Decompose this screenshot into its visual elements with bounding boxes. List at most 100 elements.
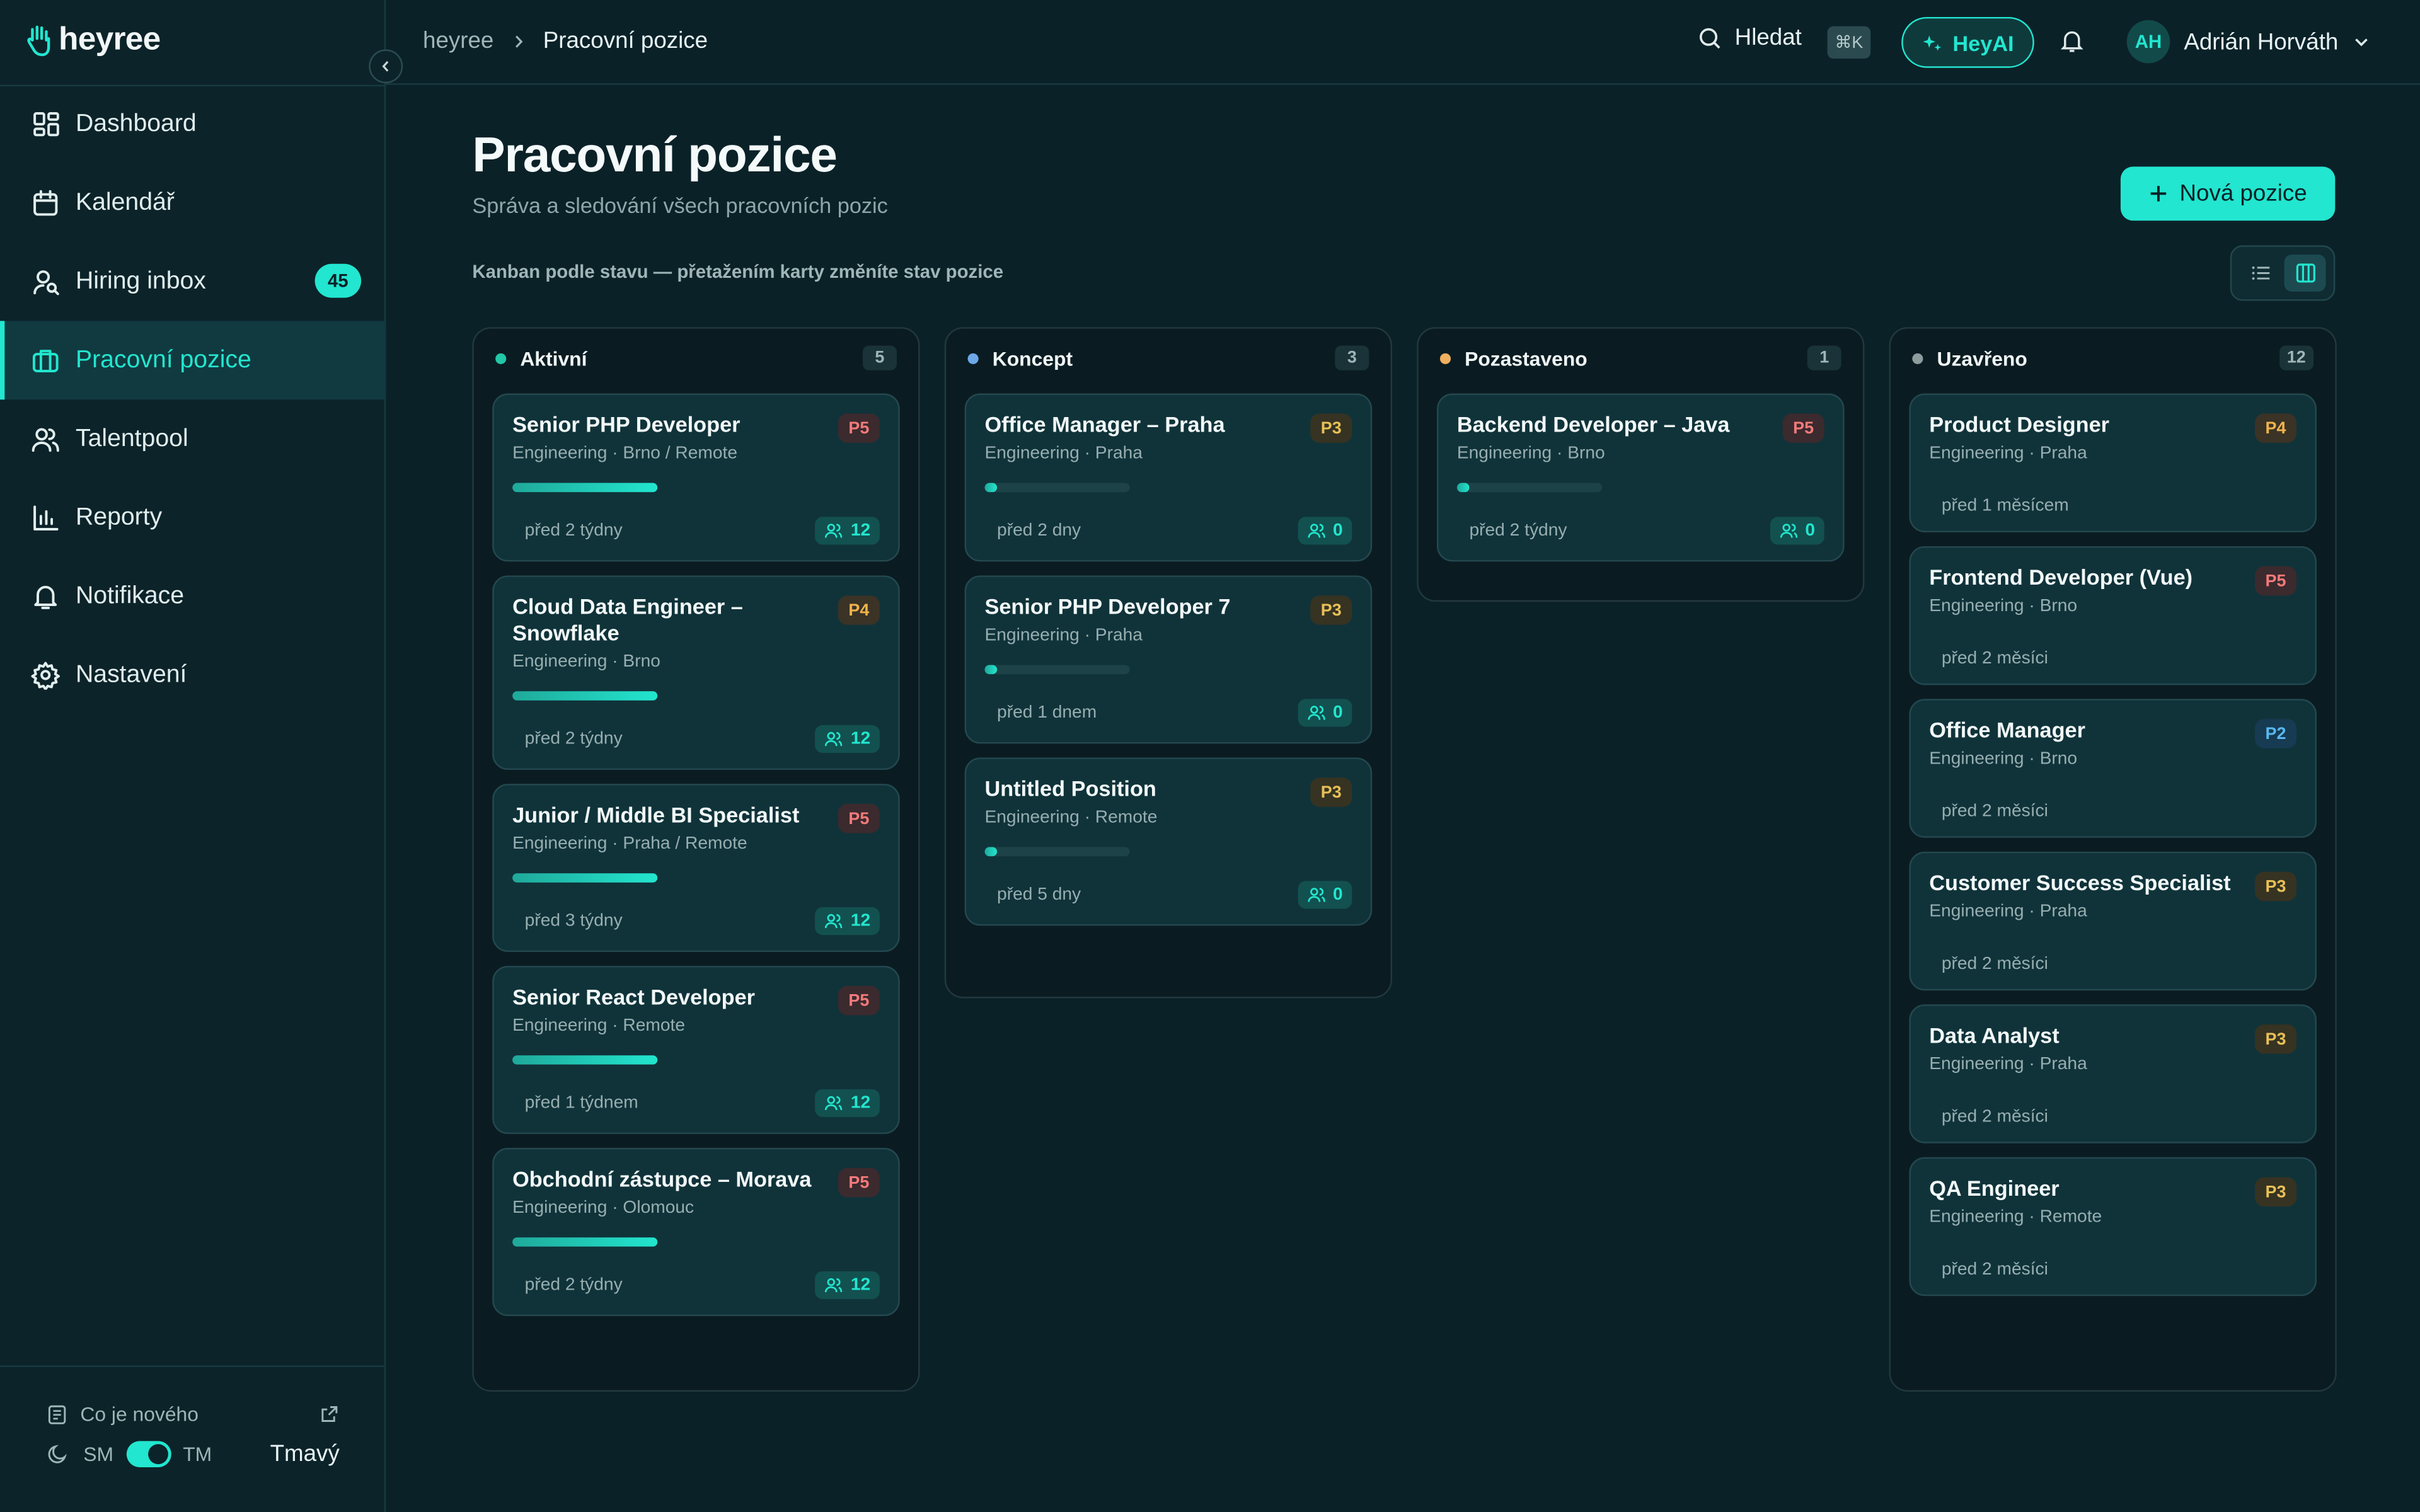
- sidebar-item-label: Talentpool: [76, 425, 188, 452]
- user-menu[interactable]: AH Adrián Horváth: [2126, 20, 2371, 64]
- progress-fill: [512, 483, 658, 493]
- bell-icon: [2060, 31, 2083, 52]
- list-view-button[interactable]: [2239, 255, 2281, 292]
- priority-badge: P5: [838, 985, 880, 1016]
- position-title: QA Engineer: [1929, 1176, 2060, 1201]
- position-card[interactable]: Obchodní zástupce – Morava P5 Engineering …: [492, 1148, 900, 1316]
- card-footer: před 2 měsíci: [1929, 1108, 2296, 1126]
- position-card[interactable]: Junior / Middle BI Specialist P5 Engineeri…: [492, 784, 900, 953]
- candidates-badge[interactable]: 12: [815, 725, 880, 753]
- sidebar-item-briefcase[interactable]: Pracovní pozice: [0, 321, 386, 400]
- card-footer: před 1 týdnem 12: [512, 1089, 880, 1118]
- column-title: Aktivní: [520, 346, 587, 370]
- search-button[interactable]: Hledat: [1698, 25, 1802, 51]
- candidates-badge[interactable]: 0: [1297, 517, 1352, 545]
- updated-time: před 2 měsíci: [1941, 1260, 2048, 1280]
- position-card[interactable]: Senior React Developer P5 Engineering · Re…: [492, 966, 900, 1135]
- sidebar-item-label: Reporty: [76, 503, 163, 530]
- position-card[interactable]: Frontend Developer (Vue) P5 Engineering · …: [1909, 546, 2317, 685]
- hand-logo-icon: [27, 25, 50, 57]
- column-count: 5: [862, 345, 897, 370]
- position-meta: Engineering · Praha: [984, 444, 1143, 463]
- column-title: Koncept: [992, 346, 1073, 370]
- pipeline-progress-bar: [984, 483, 1130, 493]
- sparkles-icon: [1923, 35, 1942, 50]
- heyai-button[interactable]: HeyAI: [1901, 16, 2034, 68]
- brand-logo[interactable]: heyree: [25, 21, 161, 59]
- position-card[interactable]: Customer Success Specialist P3 Engineering…: [1909, 851, 2317, 991]
- chevron-left-icon: [382, 60, 389, 72]
- calendar-icon: [33, 190, 58, 216]
- candidates-count: 12: [850, 912, 871, 931]
- position-meta: Engineering · Praha: [1929, 1055, 2087, 1074]
- position-card[interactable]: Untitled Position P3 Engineering · Remote p…: [964, 757, 1373, 926]
- position-meta: Engineering · Brno: [1929, 597, 2078, 616]
- candidates-count: 0: [1332, 885, 1343, 905]
- new-position-button[interactable]: Nová pozice: [2120, 166, 2336, 221]
- position-card[interactable]: Senior PHP Developer 7 P3 Engineering · Pr…: [964, 575, 1373, 744]
- whats-new-label: Co je nového: [80, 1402, 199, 1426]
- kanban-column: Pozastaveno 1 Backend Developer – Java P5 En…: [1417, 327, 1865, 602]
- updated-time: před 5 dny: [997, 885, 1081, 905]
- position-card[interactable]: QA Engineer P3 Engineering · Remote před 2 …: [1909, 1157, 2317, 1297]
- pipeline-progress-bar: [512, 1237, 658, 1247]
- theme-switcher: SM TM Tmavý: [46, 1441, 340, 1467]
- whats-new-link[interactable]: Co je nového: [46, 1402, 339, 1426]
- theme-toggle[interactable]: [125, 1441, 171, 1467]
- position-card[interactable]: Backend Developer – Java P5 Engineering · …: [1437, 393, 1845, 562]
- position-title: Senior PHP Developer: [512, 411, 740, 437]
- kanban-column: Koncept 3 Office Manager – Praha P3 Engineer…: [944, 327, 1392, 999]
- sidebar-item-chart[interactable]: Reporty: [0, 478, 386, 557]
- card-list: Backend Developer – Java P5 Engineering · …: [1419, 387, 1863, 588]
- breadcrumb-root-link[interactable]: heyree: [423, 28, 493, 54]
- position-card[interactable]: Data Analyst P3 Engineering · Praha před 2 …: [1909, 1004, 2317, 1143]
- search-label: Hledat: [1734, 25, 1802, 51]
- updated-time: před 2 týdny: [524, 730, 623, 748]
- sidebar-item-dashboard[interactable]: Dashboard: [0, 85, 386, 164]
- collapse-sidebar-button[interactable]: [369, 49, 403, 84]
- sidebar: heyree Dashboard Kalendář Hiring inbox 45 Pr…: [0, 0, 386, 1512]
- position-card[interactable]: Senior PHP Developer P5 Engineering · Brno…: [492, 393, 900, 562]
- candidates-badge[interactable]: 12: [815, 517, 880, 545]
- external-link-icon: [321, 1406, 338, 1422]
- user-name: Adrián Horváth: [2184, 28, 2339, 55]
- candidates-badge[interactable]: 0: [1297, 881, 1352, 909]
- sidebar-item-gear[interactable]: Nastavení: [0, 636, 386, 714]
- kanban-view-button[interactable]: [2284, 255, 2326, 292]
- avatar: AH: [2126, 20, 2170, 64]
- candidates-badge[interactable]: 12: [815, 1089, 880, 1118]
- candidates-badge[interactable]: 0: [1297, 699, 1352, 727]
- progress-fill: [512, 1237, 658, 1247]
- updated-time: před 2 měsíci: [1941, 802, 2048, 821]
- candidates-badge[interactable]: 12: [815, 1271, 880, 1300]
- position-title: Cloud Data Engineer – Snowflake: [512, 593, 743, 645]
- priority-badge: P2: [2254, 719, 2297, 748]
- sidebar-nav: Dashboard Kalendář Hiring inbox 45 Pracovní …: [0, 85, 386, 714]
- card-footer: před 2 měsíci: [1929, 802, 2296, 820]
- sidebar-item-user-search[interactable]: Hiring inbox 45: [0, 242, 386, 321]
- position-card[interactable]: Product Designer P4 Engineering · Praha pře…: [1909, 393, 2317, 532]
- sidebar-item-users[interactable]: Talentpool: [0, 399, 386, 478]
- position-meta: Engineering · Praha / Remote: [512, 834, 747, 854]
- gear-icon: [31, 662, 60, 690]
- position-title: Untitled Position: [984, 776, 1156, 801]
- column-header: Pozastaveno 1: [1419, 329, 1863, 387]
- notifications-button[interactable]: [2059, 28, 2085, 62]
- page-subtitle: Správa a sledování všech pracovních pozi…: [472, 193, 888, 218]
- sidebar-item-bell[interactable]: Notifikace: [0, 557, 386, 636]
- pipeline-progress-bar: [512, 483, 658, 493]
- candidates-badge[interactable]: 0: [1770, 517, 1824, 545]
- priority-badge: P5: [838, 803, 880, 833]
- sidebar-item-calendar[interactable]: Kalendář: [0, 164, 386, 243]
- position-title: Office Manager: [1929, 717, 2085, 742]
- position-card[interactable]: Office Manager P2 Engineering · Brno před 2…: [1909, 699, 2317, 838]
- heyai-label: HeyAI: [1952, 30, 2014, 55]
- candidates-badge[interactable]: 12: [815, 907, 880, 936]
- position-meta: Engineering · Brno: [1456, 444, 1605, 463]
- position-card[interactable]: Office Manager – Praha P3 Engineering · Pr…: [964, 393, 1373, 562]
- sidebar-item-label: Nastavení: [76, 661, 187, 688]
- position-card[interactable]: Cloud Data Engineer – Snowflake P4 Enginee…: [492, 575, 900, 770]
- progress-fill: [984, 483, 996, 493]
- priority-badge: P5: [838, 413, 880, 443]
- pipeline-progress-bar: [512, 873, 658, 883]
